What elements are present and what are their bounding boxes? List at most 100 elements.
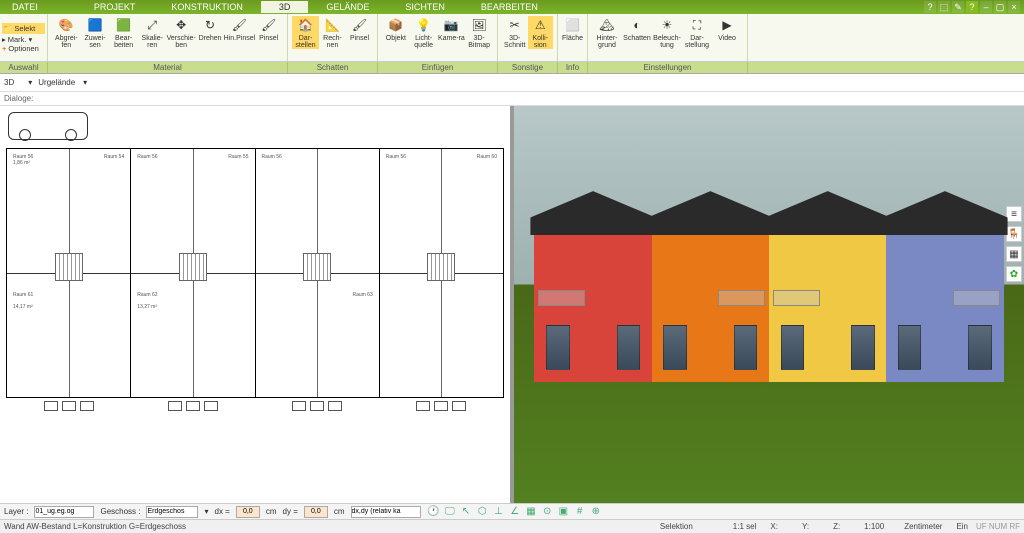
tool2-icon[interactable]: ✎ [952,1,964,13]
layer-label: Layer : [4,507,28,516]
2d-view[interactable]: Raum 56 1,86 m² Raum 54 Raum 61 14,17 m²… [0,106,510,503]
sb-angle-icon[interactable]: ∠ [508,505,522,519]
rel-input[interactable] [351,506,421,518]
group-einfuegen: Einfügen [378,62,498,73]
car-symbol [8,112,88,140]
dy-input[interactable] [304,506,328,518]
sb-cursor-icon[interactable]: ↖ [459,505,473,519]
dialoge-label: Dialoge: [4,94,33,103]
help-icon[interactable]: ? [924,1,936,13]
rechnen-button[interactable]: 📐Rech-nen [319,16,346,49]
darstellung-button[interactable]: ⛶Dar-stellung [682,16,712,49]
room-label: Raum 63 [352,293,372,298]
skalieren-button[interactable]: ⤢Skalie-ren [138,16,167,49]
objekt-button[interactable]: 📦Objekt [382,16,410,42]
cm-label: cm [334,507,345,516]
tab-bearbeiten[interactable]: BEARBEITEN [463,1,556,13]
unit-label: Zentimeter [904,522,942,531]
group-schatten: Schatten [288,62,378,73]
z-label: Z: [833,522,840,531]
group-auswahl: Auswahl [0,62,48,73]
sb-hash-icon[interactable]: # [573,505,587,519]
room-label: Raum 56 [386,155,406,160]
tab-konstruktion[interactable]: KONSTRUKTION [153,1,261,13]
beleuchtung-button[interactable]: ☀Beleuch-tung [652,16,682,49]
mark-tool[interactable]: ▸Mark.▾ [2,35,45,44]
lichtquelle-button[interactable]: 💡Licht-quelle [410,16,438,49]
sb-clock-icon[interactable]: 🕐 [427,505,441,519]
numrf-label: UF NUM RF [976,522,1020,531]
sb-grid-icon[interactable]: ▦ [524,505,538,519]
kollision-button[interactable]: ⚠Kolli-sion [528,16,554,49]
pinsel2-button[interactable]: 🖌Pinsel [346,16,373,42]
group-info: Info [558,62,588,73]
tab-gelaende[interactable]: GELÄNDE [308,1,387,13]
group-sonstige: Sonstige [498,62,558,73]
tab-sichten[interactable]: SICHTEN [387,1,463,13]
dx-label: dx = [215,507,230,516]
schatten-button[interactable]: ◐Schatten [622,16,652,42]
geschoss-input[interactable] [146,506,198,518]
close-icon[interactable]: × [1008,1,1020,13]
zuweisen-button[interactable]: 🟦Zuwei-sen [81,16,110,49]
flaeche-button[interactable]: ⬜Fläche [562,16,583,42]
scale2-label: 1:100 [864,522,884,531]
room-label: Raum 61 [13,293,33,298]
hintergrund-button[interactable]: 🏔Hinter-grund [592,16,622,49]
minimize-icon[interactable]: – [980,1,992,13]
group-material: Material [48,62,288,73]
furniture-icon[interactable]: 🪑 [1006,226,1022,242]
video-button[interactable]: ▶Video [712,16,742,42]
room-area: 13,27 m² [137,305,157,310]
sb-perp-icon[interactable]: ⊥ [491,505,505,519]
3d-view[interactable]: ≡ 🪑 ▦ ✿ [514,106,1024,503]
room-label: Raum 56 [137,155,157,160]
sb-box-icon[interactable]: ▣ [556,505,570,519]
sb-screen-icon[interactable]: 🖵 [443,505,457,519]
bearbeiten-button[interactable]: 🟩Bear-beiten [109,16,138,49]
layer-input[interactable] [34,506,94,518]
abgreifen-button[interactable]: 🎨Abgrei-fen [52,16,81,49]
drehen-button[interactable]: ↻Drehen [196,16,225,42]
select-tool[interactable]: 📁Selekt [2,23,45,34]
tab-3d[interactable]: 3D [261,1,309,13]
sb-snap-icon[interactable]: ⬡ [475,505,489,519]
room-area: 1,86 m² [13,161,30,166]
status-text: Wand AW-Bestand L=Konstruktion G=Erdgesc… [4,522,186,531]
tab-projekt[interactable]: PROJEKT [76,1,154,13]
geschoss-label: Geschoss : [100,507,140,516]
verschieben-button[interactable]: ✥Verschie-ben [167,16,196,49]
terrain-select[interactable]: Urgelände ▾ [38,78,87,87]
group-einstellungen: Einstellungen [588,62,748,73]
3dschnitt-button[interactable]: ✂3D-Schnitt [502,16,528,49]
cm-label: cm [266,507,277,516]
y-label: Y: [802,522,809,531]
x-label: X: [770,522,778,531]
kamera-button[interactable]: 📷Kame-ra [438,16,466,42]
3dbitmap-button[interactable]: 🖼3D-Bitmap [465,16,493,49]
palette-icon[interactable]: ▦ [1006,246,1022,262]
floorplan[interactable]: Raum 56 1,86 m² Raum 54 Raum 61 14,17 m²… [6,148,504,398]
layers-icon[interactable]: ≡ [1006,206,1022,222]
ein-label: Ein [956,522,968,531]
selektion-label: Selektion [660,522,693,531]
view-select[interactable]: 3D ▾ [4,78,32,87]
options-button[interactable]: +Optionen [2,44,45,53]
pinsel-button[interactable]: 🖌Pinsel [254,16,283,42]
sb-pick-icon[interactable]: ⊕ [589,505,603,519]
file-menu[interactable]: DATEI [4,2,46,12]
scale-label: 1:1 sel [733,522,757,531]
tree-icon[interactable]: ✿ [1006,266,1022,282]
room-area: 14,17 m² [13,305,33,310]
dx-input[interactable] [236,506,260,518]
sb-dot-icon[interactable]: ⊙ [540,505,554,519]
tool1-icon[interactable]: ⬚ [938,1,950,13]
dy-label: dy = [283,507,298,516]
darstellen-button[interactable]: 🏠Dar-stellen [292,16,319,49]
room-label: Raum 62 [137,293,157,298]
help2-icon[interactable]: ? [966,1,978,13]
room-label: Raum 60 [477,155,497,160]
room-label: Raum 56 [262,155,282,160]
hinpinsel-button[interactable]: 🖌Hin.Pinsel [224,16,254,42]
maximize-icon[interactable]: ▢ [994,1,1006,13]
